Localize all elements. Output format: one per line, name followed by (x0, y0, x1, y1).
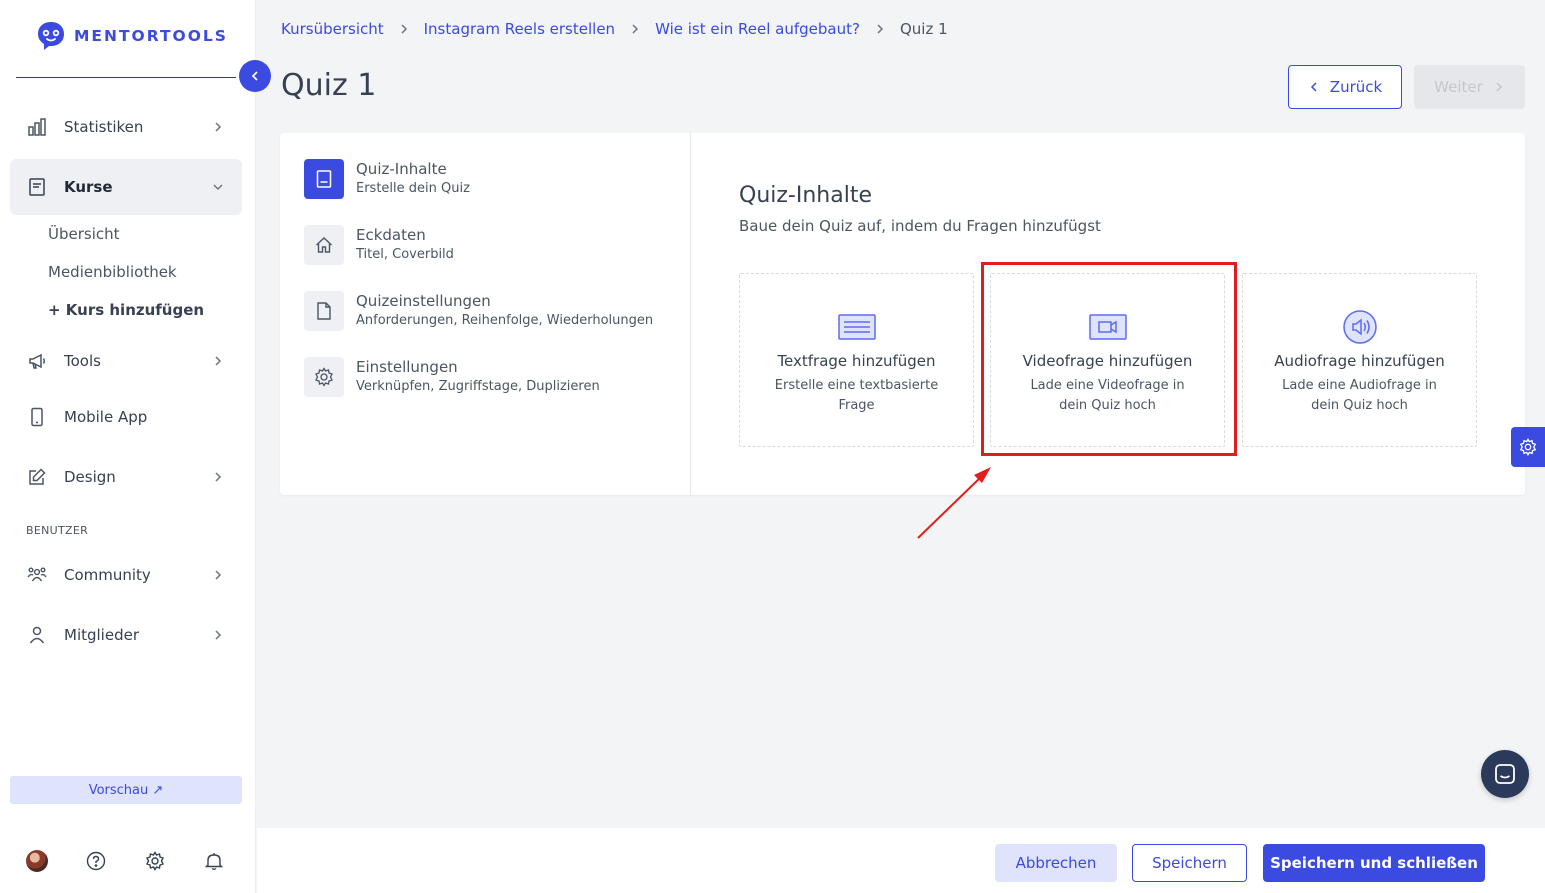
gear-icon (304, 357, 344, 397)
user-icon (26, 624, 48, 646)
preview-button[interactable]: Vorschau ↗ (10, 776, 242, 804)
breadcrumb-link[interactable]: Wie ist ein Reel aufgebaut? (655, 20, 860, 38)
chat-icon (1495, 764, 1515, 784)
chat-support-button[interactable] (1481, 750, 1529, 798)
sidebar: MENTORTOOLS Statistiken Kurse Übersicht … (0, 0, 256, 893)
arrow-annotation-icon (917, 467, 991, 539)
sidebar-item-label: Community (64, 566, 151, 584)
breadcrumb-link[interactable]: Instagram Reels erstellen (424, 20, 615, 38)
cancel-button[interactable]: Abbrechen (995, 844, 1117, 882)
logo[interactable]: MENTORTOOLS (36, 20, 228, 52)
sidebar-item-label: Design (64, 468, 116, 486)
brand-name: MENTORTOOLS (74, 27, 228, 45)
page-title: Quiz 1 (281, 68, 377, 103)
chevron-right-icon (877, 24, 884, 34)
save-button[interactable]: Speichern (1132, 844, 1247, 882)
back-button-label: Zurück (1329, 78, 1383, 96)
card-divider (690, 133, 691, 495)
sidebar-subitem-uebersicht[interactable]: Übersicht (48, 225, 120, 243)
sidebar-item-label: Mitglieder (64, 626, 139, 644)
highlight-annotation (981, 262, 1237, 456)
quiz-editor-card: Quiz-Inhalte Erstelle dein Quiz Eckdaten… (280, 133, 1525, 495)
sidebar-divider (16, 77, 236, 78)
bar-chart-icon (26, 116, 48, 138)
document-icon (304, 159, 344, 199)
collapse-sidebar-button[interactable] (239, 60, 271, 92)
chevron-right-icon (215, 570, 222, 580)
option-description: Erstelle eine textbasierte Frage (774, 378, 939, 413)
step-einstellungen[interactable]: Einstellungen Verknüpfen, Zugriffstage, … (304, 357, 600, 397)
option-description: Lade eine Audiofrage in dein Quiz hoch (1282, 378, 1437, 413)
megaphone-icon (26, 350, 48, 372)
step-eckdaten[interactable]: Eckdaten Titel, Coverbild (304, 225, 454, 265)
pencil-icon (26, 466, 48, 488)
breadcrumb-link[interactable]: Kursübersicht (281, 20, 384, 38)
gear-icon[interactable] (144, 850, 166, 872)
chevron-right-icon (401, 24, 407, 34)
breadcrumb-current: Quiz 1 (899, 20, 948, 38)
avatar[interactable] (26, 850, 48, 872)
step-quizeinstellungen[interactable]: Quizeinstellungen Anforderungen, Reihenf… (304, 291, 653, 331)
step-subtitle: Titel, Coverbild (356, 247, 454, 262)
settings-side-tab[interactable] (1511, 427, 1545, 467)
step-subtitle: Verknüpfen, Zugriffstage, Duplizieren (356, 379, 600, 394)
sidebar-item-design[interactable]: Design (10, 449, 242, 505)
sidebar-item-label: Tools (64, 352, 101, 370)
back-button[interactable]: Zurück (1288, 65, 1402, 109)
add-audio-question-button[interactable]: Audiofrage hinzufügen Lade eine Audiofra… (1242, 273, 1477, 447)
option-title: Audiofrage hinzufügen (1274, 352, 1445, 370)
next-button-label: Weiter (1434, 78, 1483, 96)
bell-icon[interactable] (203, 850, 225, 872)
chevron-left-icon (251, 71, 258, 81)
home-icon (304, 225, 344, 265)
section-label-benutzer: BENUTZER (26, 524, 89, 537)
sidebar-item-kurse[interactable]: Kurse (10, 159, 242, 215)
next-button[interactable]: Weiter (1414, 65, 1525, 109)
book-icon (26, 176, 48, 198)
step-quiz-inhalte[interactable]: Quiz-Inhalte Erstelle dein Quiz (304, 159, 470, 199)
chevron-right-icon (215, 356, 222, 366)
content-title: Quiz-Inhalte (739, 183, 872, 208)
sidebar-bottom-bar (26, 850, 225, 872)
step-title: Einstellungen (356, 358, 458, 376)
phone-icon (26, 406, 48, 428)
sidebar-item-mobile-app[interactable]: Mobile App (10, 389, 242, 445)
add-text-question-button[interactable]: Textfrage hinzufügen Erstelle eine textb… (739, 273, 974, 447)
step-title: Eckdaten (356, 226, 426, 244)
help-icon[interactable] (85, 850, 107, 872)
step-title: Quiz-Inhalte (356, 160, 447, 178)
users-icon (26, 564, 48, 586)
sidebar-item-label: Kurse (64, 178, 113, 196)
sidebar-subitem-kurs-hinzufuegen[interactable]: + Kurs hinzufügen (48, 301, 204, 319)
sidebar-item-community[interactable]: Community (10, 547, 242, 603)
mentortools-logo-icon (38, 22, 64, 50)
sidebar-item-label: Statistiken (64, 118, 144, 136)
sidebar-item-label: Mobile App (64, 408, 148, 426)
sidebar-item-statistiken[interactable]: Statistiken (10, 99, 242, 155)
step-subtitle: Erstelle dein Quiz (356, 181, 470, 196)
file-icon (304, 291, 344, 331)
content-subtitle: Baue dein Quiz auf, indem du Fragen hinz… (739, 217, 1101, 235)
chevron-left-icon (1310, 82, 1317, 92)
step-title: Quizeinstellungen (356, 292, 491, 310)
step-subtitle: Anforderungen, Reihenfolge, Wiederholung… (356, 313, 654, 328)
chevron-right-icon (215, 630, 222, 640)
option-title: Textfrage hinzufügen (777, 352, 936, 370)
speaker-icon (1340, 310, 1380, 344)
sidebar-item-mitglieder[interactable]: Mitglieder (10, 607, 242, 663)
sidebar-item-tools[interactable]: Tools (10, 333, 242, 389)
chevron-right-icon (1496, 82, 1502, 92)
breadcrumb: Kursübersicht Instagram Reels erstellen … (281, 20, 948, 38)
save-and-close-button[interactable]: Speichern und schließen (1263, 844, 1485, 882)
chevron-right-icon (215, 122, 222, 132)
chevron-right-icon (632, 24, 639, 34)
chevron-down-icon (213, 184, 223, 191)
text-lines-icon (837, 310, 877, 344)
gear-icon (1519, 438, 1537, 456)
sidebar-subitem-medienbibliothek[interactable]: Medienbibliothek (48, 263, 177, 281)
chevron-right-icon (215, 472, 222, 482)
